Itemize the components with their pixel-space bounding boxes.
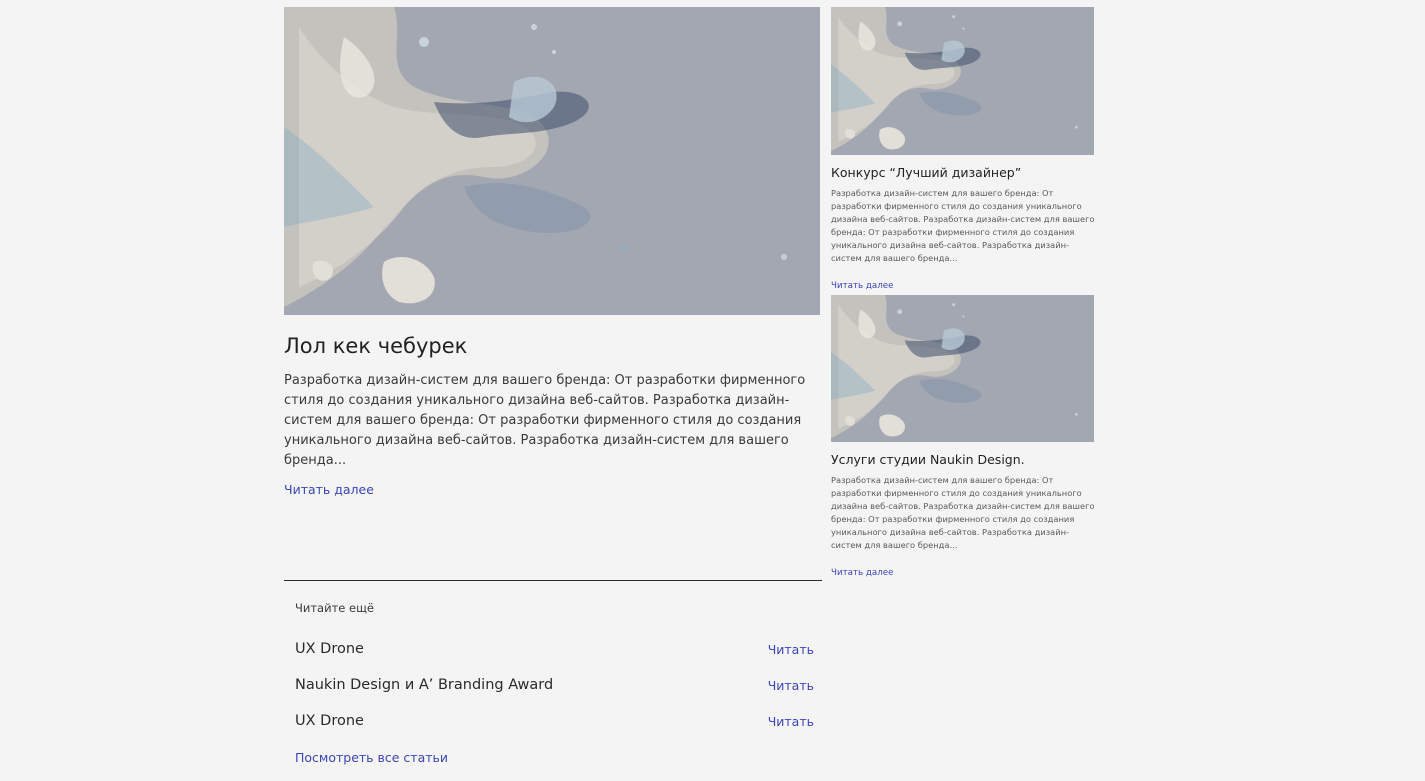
side-article-1-read-more-link[interactable]: Читать далее <box>831 281 894 291</box>
main-article-read-more-link[interactable]: Читать далее <box>284 482 374 497</box>
section-divider <box>284 580 822 581</box>
related-article-title[interactable]: Naukin Design и A’ Branding Award <box>295 677 553 693</box>
side-article-1-title[interactable]: Конкурс “Лучший дизайнер” <box>831 165 1021 180</box>
related-article-read-link[interactable]: Читать <box>768 714 814 729</box>
main-article-image[interactable] <box>284 7 820 315</box>
read-more-heading: Читайте ещё <box>295 601 374 615</box>
view-all-articles-link[interactable]: Посмотреть все статьи <box>295 750 448 765</box>
related-article-title[interactable]: UX Drone <box>295 713 364 729</box>
side-article-1-image[interactable] <box>831 7 1094 155</box>
related-article-title[interactable]: UX Drone <box>295 641 364 657</box>
related-article-read-link[interactable]: Читать <box>768 642 814 657</box>
side-article-2-image[interactable] <box>831 295 1094 442</box>
main-article-title[interactable]: Лол кек чебурек <box>284 334 467 358</box>
main-article-excerpt: Разработка дизайн-систем для вашего брен… <box>284 373 806 468</box>
related-article-read-link[interactable]: Читать <box>768 678 814 693</box>
side-article-1-excerpt: Разработка дизайн-систем для вашего брен… <box>831 188 1095 263</box>
side-article-2-read-more-link[interactable]: Читать далее <box>831 568 894 578</box>
side-article-2-title[interactable]: Услуги студии Naukin Design. <box>831 452 1025 467</box>
side-article-2-excerpt: Разработка дизайн-систем для вашего брен… <box>831 475 1095 550</box>
